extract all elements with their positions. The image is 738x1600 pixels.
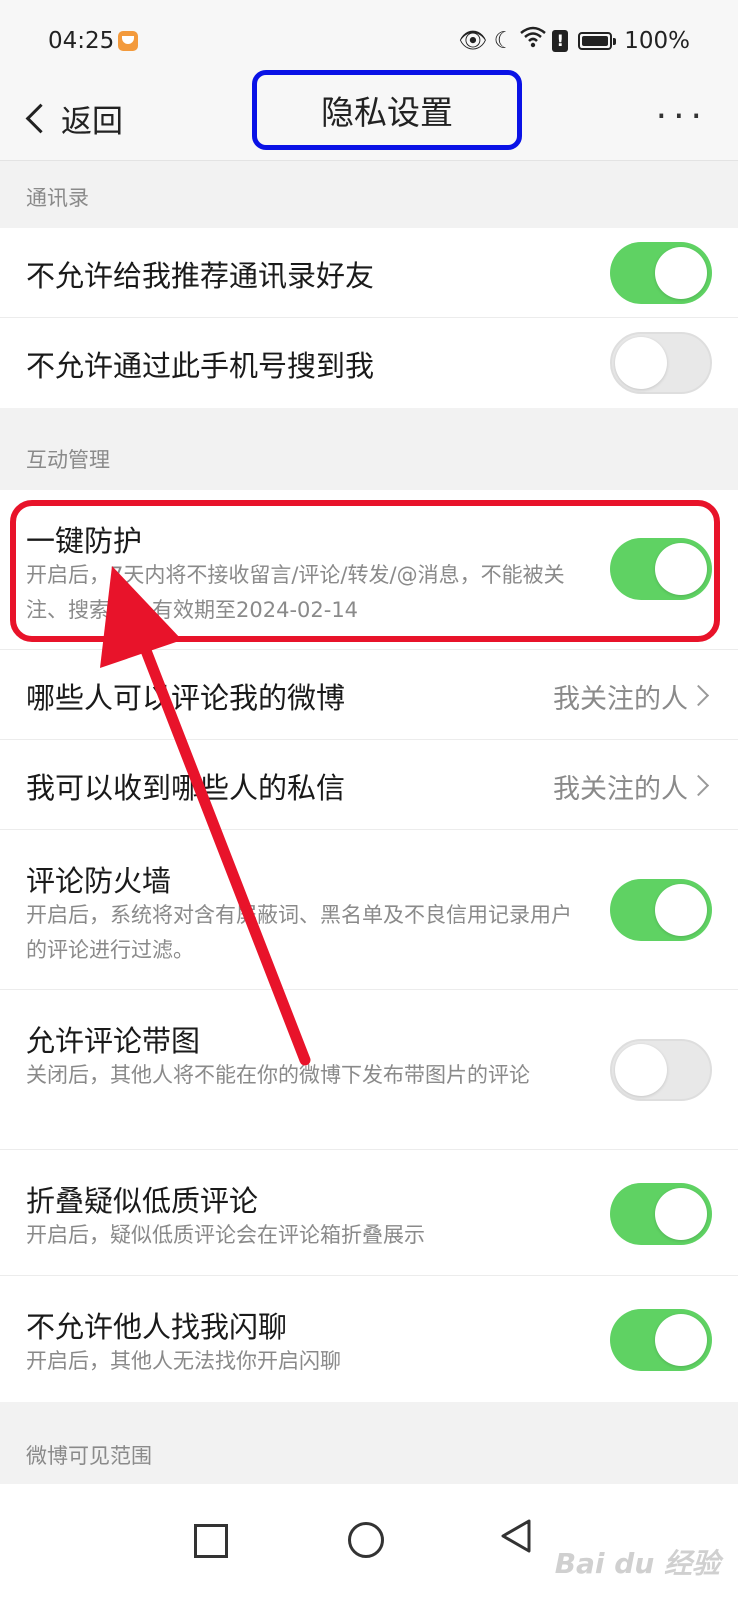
back-triangle-icon[interactable] xyxy=(500,1518,532,1558)
recent-apps-square-icon[interactable] xyxy=(194,1524,228,1558)
home-circle-icon[interactable] xyxy=(348,1522,384,1558)
system-nav-bar: Bai du 经验 xyxy=(0,1484,738,1600)
watermark-logo: Bai du 经验 xyxy=(554,1547,720,1580)
red-arrow-annotation xyxy=(100,566,311,1066)
